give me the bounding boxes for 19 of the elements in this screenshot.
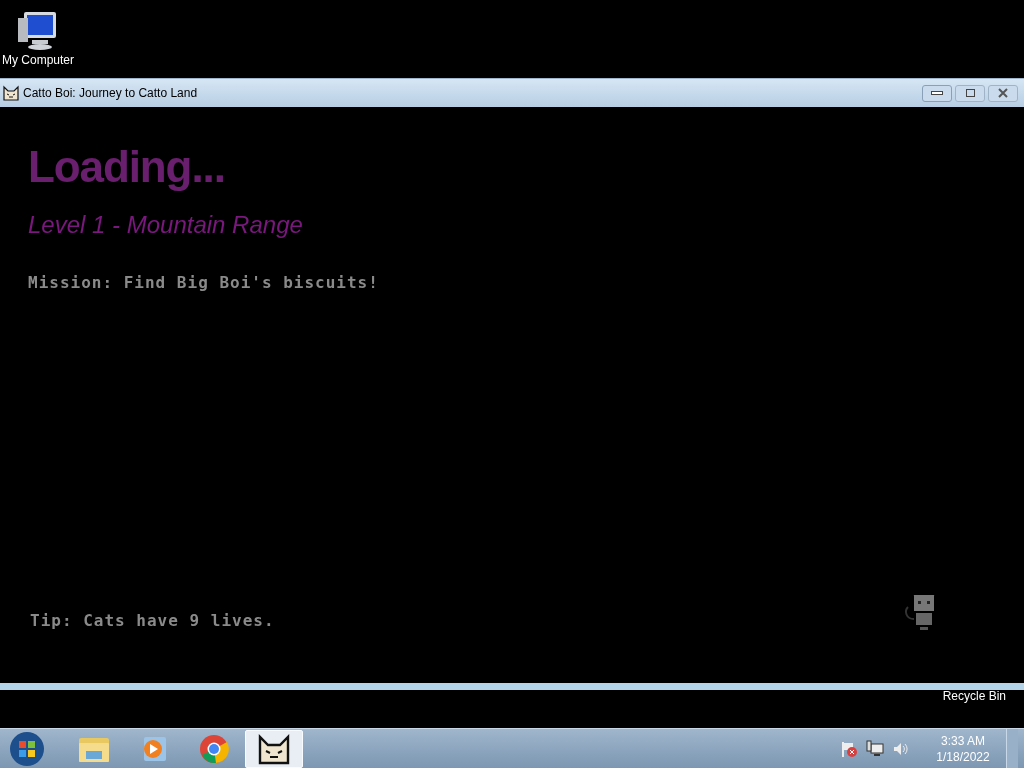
network-icon[interactable] [866,739,884,758]
flag-icon[interactable] [840,739,858,758]
close-button[interactable] [988,84,1018,102]
cat-icon [258,732,290,765]
browser-icon [199,733,229,764]
taskbar-app[interactable] [245,729,303,768]
app-icon [3,85,19,101]
loading-heading: Loading... [28,145,225,189]
window-title: Catto Boi: Journey to Catto Land [23,85,198,102]
start-button[interactable] [7,729,47,768]
level-title: Level 1 - Mountain Range [28,213,303,237]
mission-text: Mission: Find Big Boi's biscuits! [28,272,379,294]
restore-button[interactable] [955,84,985,102]
desktop-icon-label[interactable]: My Computer [2,54,75,66]
desktop-icon-label[interactable]: Recycle Bin [942,690,1006,703]
close-icon [998,88,1008,98]
tip-text: Tip: Cats have 9 lives. [30,610,275,632]
start-orb-icon [9,730,45,767]
minimize-button[interactable] [922,84,952,102]
